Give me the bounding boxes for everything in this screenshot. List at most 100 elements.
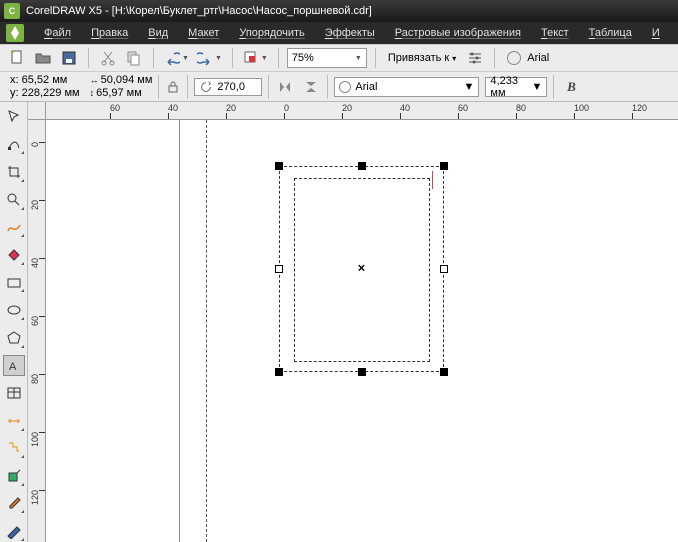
rotation-input[interactable]	[194, 78, 262, 96]
rotation-value[interactable]	[217, 81, 257, 93]
width-icon: ↔	[90, 74, 99, 87]
separator	[232, 48, 233, 68]
rotate-icon	[199, 80, 213, 94]
resize-handle-e[interactable]	[440, 265, 448, 273]
outline-tool[interactable]	[3, 520, 25, 542]
separator	[375, 48, 376, 68]
pick-tool[interactable]	[3, 106, 25, 128]
open-button[interactable]	[32, 47, 54, 69]
separator	[153, 48, 154, 68]
canvas[interactable]: ✕	[46, 120, 678, 542]
truetype-icon	[339, 81, 351, 93]
guide-line[interactable]	[206, 120, 207, 542]
eyedropper-tool[interactable]	[3, 493, 25, 515]
bold-button[interactable]: B	[560, 76, 582, 98]
resize-handle-nw[interactable]	[275, 162, 283, 170]
dropdown-arrow-icon: ▼	[182, 55, 189, 62]
font-preview: Arial	[503, 51, 553, 65]
text-tool[interactable]: A	[3, 355, 25, 377]
truetype-icon	[507, 51, 521, 65]
standard-toolbar: ▼ ▼ ▼ 75% ▼ Привязать к ▾ Arial	[0, 44, 678, 72]
menu-edit[interactable]: Правка	[81, 27, 138, 39]
font-size-select[interactable]: 4,233 мм ▼	[485, 77, 547, 97]
position-display: x: 65,52 мм y: 228,229 мм	[6, 74, 84, 100]
snap-label: Привязать к	[388, 52, 449, 64]
app-icon: C	[4, 3, 20, 19]
menu-text[interactable]: Текст	[531, 27, 579, 39]
snap-to-dropdown[interactable]: Привязать к ▾	[384, 48, 460, 68]
ellipse-tool[interactable]	[3, 299, 25, 321]
cut-button[interactable]	[97, 47, 119, 69]
resize-handle-sw[interactable]	[275, 368, 283, 376]
copy-button[interactable]	[123, 47, 145, 69]
dropdown-arrow-icon: ▼	[532, 81, 543, 93]
toolbox: A	[0, 102, 28, 542]
menu-table[interactable]: Таблица	[579, 27, 642, 39]
canvas-area[interactable]: 604020020406080100120140 020406080100120…	[28, 102, 678, 542]
redo-button[interactable]: ▼	[195, 50, 224, 66]
undo-button[interactable]: ▼	[162, 50, 191, 66]
size-display: ↔50,094 мм ↕65,97 мм	[90, 74, 153, 100]
font-family-select[interactable]: Arial ▼	[334, 77, 479, 97]
table-tool[interactable]	[3, 382, 25, 404]
font-name: Arial	[355, 81, 459, 93]
title-bar: C CorelDRAW X5 - [H:\Корел\Буклет_ртг\На…	[0, 0, 678, 22]
page-boundary	[179, 120, 180, 542]
options-button[interactable]	[464, 47, 486, 69]
app-logo-icon[interactable]	[6, 24, 24, 42]
dimension-tool[interactable]	[3, 410, 25, 432]
workspace: A 604020020406080100120140 0204060801001…	[0, 102, 678, 542]
import-button[interactable]: ▼	[241, 50, 270, 66]
save-button[interactable]	[58, 47, 80, 69]
freehand-tool[interactable]	[3, 217, 25, 239]
resize-handle-s[interactable]	[358, 368, 366, 376]
vertical-ruler[interactable]: 020406080100120	[28, 120, 46, 542]
resize-handle-w[interactable]	[275, 265, 283, 273]
new-button[interactable]	[6, 47, 28, 69]
mirror-v-button[interactable]	[301, 77, 321, 97]
font-name-label: Arial	[527, 52, 549, 64]
menu-arrange[interactable]: Упорядочить	[229, 27, 314, 39]
separator	[494, 48, 495, 68]
horizontal-ruler[interactable]: 604020020406080100120140	[46, 102, 678, 120]
shape-tool[interactable]	[3, 134, 25, 156]
menu-bitmaps[interactable]: Растровые изображения	[385, 27, 531, 39]
menu-more[interactable]: И	[642, 27, 670, 39]
polygon-tool[interactable]	[3, 327, 25, 349]
dropdown-arrow-icon: ▼	[215, 55, 222, 62]
interactive-tool[interactable]	[3, 465, 25, 487]
ruler-origin[interactable]	[28, 102, 46, 120]
font-size-value: 4,233 мм	[490, 75, 531, 99]
zoom-tool[interactable]	[3, 189, 25, 211]
menu-effects[interactable]: Эффекты	[315, 27, 385, 39]
resize-handle-se[interactable]	[440, 368, 448, 376]
separator	[88, 48, 89, 68]
text-frame[interactable]	[294, 178, 430, 362]
separator	[278, 48, 279, 68]
menu-bar: Файл Правка Вид Макет Упорядочить Эффект…	[0, 22, 678, 44]
separator	[553, 75, 554, 99]
menu-layout[interactable]: Макет	[178, 27, 229, 39]
text-cursor	[432, 171, 433, 189]
menu-file[interactable]: Файл	[34, 27, 81, 39]
rectangle-tool[interactable]	[3, 272, 25, 294]
property-bar: x: 65,52 мм y: 228,229 мм ↔50,094 мм ↕65…	[0, 72, 678, 102]
menu-view[interactable]: Вид	[138, 27, 178, 39]
zoom-value: 75%	[292, 52, 314, 64]
smart-fill-tool[interactable]	[3, 244, 25, 266]
resize-handle-n[interactable]	[358, 162, 366, 170]
lock-ratio-button[interactable]	[165, 79, 181, 95]
separator	[158, 75, 159, 99]
mirror-h-button[interactable]	[275, 77, 295, 97]
resize-handle-ne[interactable]	[440, 162, 448, 170]
separator	[268, 75, 269, 99]
zoom-level-select[interactable]: 75% ▼	[287, 48, 367, 68]
height-icon: ↕	[90, 87, 95, 100]
connector-tool[interactable]	[3, 438, 25, 460]
crop-tool[interactable]	[3, 161, 25, 183]
dropdown-arrow-icon: ▼	[464, 81, 475, 93]
separator	[327, 75, 328, 99]
dropdown-arrow-icon: ▼	[261, 55, 268, 62]
svg-text:A: A	[9, 361, 17, 373]
dropdown-arrow-icon: ▼	[355, 55, 362, 62]
